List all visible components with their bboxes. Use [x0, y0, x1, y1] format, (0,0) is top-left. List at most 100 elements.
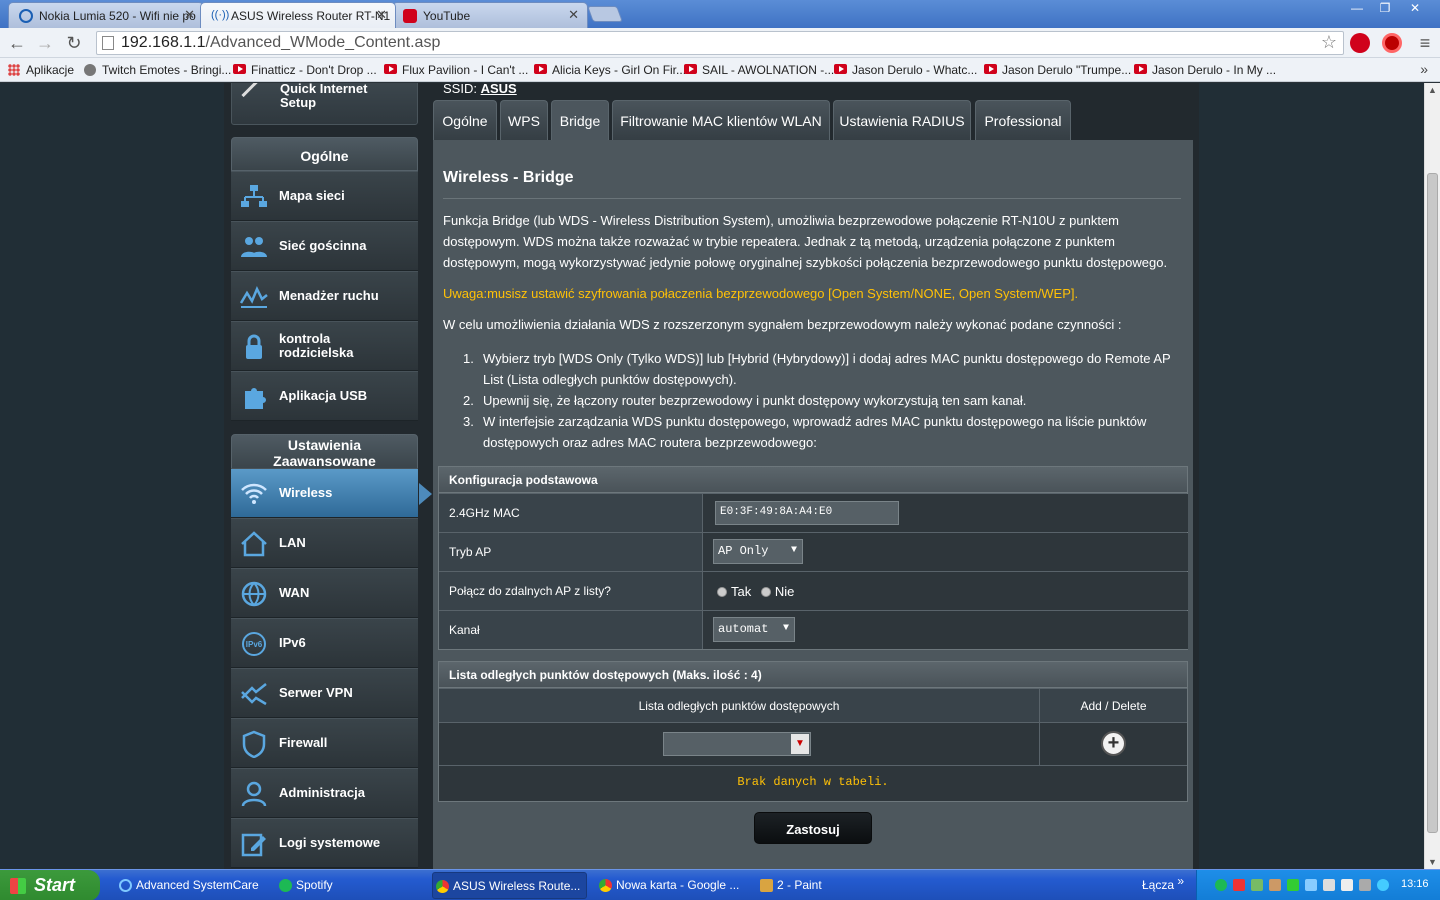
close-tab-icon[interactable]: ✕ [184, 7, 195, 23]
quick-internet-setup-button[interactable]: Quick Internet Setup [231, 83, 418, 125]
close-tab-icon[interactable]: ✕ [376, 7, 387, 23]
new-tab-button[interactable] [587, 6, 623, 22]
tab-bridge[interactable]: Bridge [551, 100, 609, 140]
bookmark-item[interactable]: Jason Derulo "Trumpe... [984, 63, 1131, 77]
warning-text: Uwaga:musisz ustawić szyfrowania połacze… [443, 286, 1079, 301]
reload-icon[interactable]: ↻ [63, 32, 85, 54]
links-toolbar[interactable]: Łącza » [1142, 874, 1184, 892]
tab-label: Bridge [559, 113, 601, 129]
bookmark-item[interactable]: Twitch Emotes - Bringi... [84, 63, 231, 77]
ap-mode-select[interactable]: AP Only ▼ [713, 539, 803, 564]
tab-wps[interactable]: WPS [500, 100, 548, 140]
bookmark-item[interactable]: SAIL - AWOLNATION -... [684, 63, 834, 77]
channel-select[interactable]: automat ▼ [713, 617, 795, 642]
general-section-header: Ogólne [231, 137, 418, 171]
tray-app-icon[interactable] [1377, 879, 1389, 891]
taskbar-item[interactable]: Advanced SystemCare [116, 872, 271, 899]
tab-professional[interactable]: Professional [975, 100, 1071, 140]
browser-tab[interactable]: YouTube ✕ [392, 2, 588, 28]
tab-radius[interactable]: Ustawienia RADIUS [833, 100, 971, 140]
bookmark-star-icon[interactable]: ☆ [1321, 32, 1337, 53]
close-tab-icon[interactable]: ✕ [568, 7, 579, 23]
shield-icon [242, 730, 266, 758]
scroll-down-arrow-icon[interactable]: ▼ [1428, 857, 1437, 867]
bookmark-item[interactable]: Aplikacje [8, 63, 74, 77]
radio-yes[interactable] [717, 587, 727, 597]
scrollbar-thumb[interactable] [1427, 173, 1438, 833]
taskbar-item[interactable]: 2 - Paint [757, 872, 907, 899]
sidebar-item-system-log[interactable]: Logi systemowe [231, 818, 418, 868]
sidebar-item-wan[interactable]: WAN [231, 568, 418, 618]
back-arrow-icon[interactable]: ← [6, 32, 28, 54]
sidebar-item-usb-app[interactable]: Aplikacja USB [231, 371, 418, 421]
extension-stop-icon[interactable] [1350, 33, 1370, 53]
sidebar-item-lan[interactable]: LAN [231, 518, 418, 568]
close-window-icon[interactable]: ✕ [1402, 0, 1428, 18]
sidebar-item-network-map[interactable]: Mapa sieci [231, 171, 418, 221]
links-chevron-icon: » [1177, 874, 1185, 888]
tab-mac-filter[interactable]: Filtrowanie MAC klientów WLAN [612, 100, 830, 140]
youtube-icon [834, 64, 847, 74]
wand-icon [241, 83, 273, 111]
forward-arrow-icon[interactable]: → [34, 32, 56, 54]
tab-general[interactable]: Ogólne [433, 100, 497, 140]
browser-tab-strip: Nokia Lumia 520 - Wifi nie po ✕ ((·)) AS… [0, 0, 1440, 28]
remote-ap-table: Lista odległych punktów dostępowych (Mak… [438, 661, 1188, 802]
bookmark-item[interactable]: Flux Pavilion - I Can't ... [384, 63, 528, 77]
spotify-tray-icon[interactable] [1215, 879, 1227, 891]
address-bar[interactable]: 192.168.1.1/Advanced_WMode_Content.asp ☆ [96, 31, 1344, 55]
chrome-icon [599, 879, 612, 892]
row-label: Tryb AP [449, 545, 492, 559]
tray-app-icon[interactable] [1251, 879, 1263, 891]
scroll-up-arrow-icon[interactable]: ▲ [1428, 85, 1437, 95]
bookmark-item[interactable]: Jason Derulo - Whatc... [834, 63, 977, 77]
task-label: Nowa karta - Google ... [616, 878, 740, 892]
sidebar-item-label: kontrola rodzicielska [279, 331, 354, 360]
browser-tab[interactable]: Nokia Lumia 520 - Wifi nie po ✕ [8, 2, 204, 28]
bookmarks-overflow-chevron-icon[interactable]: » [1420, 61, 1428, 77]
menu-hamburger-icon[interactable]: ≡ [1414, 32, 1436, 54]
tab-label: Professional [984, 113, 1062, 129]
tray-app-icon[interactable] [1233, 879, 1245, 891]
taskbar-item[interactable]: Spotify [276, 872, 426, 899]
maximize-icon[interactable]: ❐ [1372, 0, 1398, 18]
sidebar-item-vpn-server[interactable]: Serwer VPN [231, 668, 418, 718]
start-button[interactable]: Start [0, 870, 100, 900]
sidebar-item-administration[interactable]: Administracja [231, 768, 418, 818]
log-edit-icon [241, 833, 266, 857]
radio-no[interactable] [760, 587, 771, 597]
network-icon[interactable] [1305, 879, 1317, 891]
ssid-value[interactable]: ASUS [481, 83, 517, 96]
volume-icon[interactable] [1341, 879, 1353, 891]
minimize-icon[interactable]: — [1344, 0, 1370, 18]
apply-button[interactable]: Zastosuj [754, 812, 872, 844]
sidebar-item-label: IPv6 [279, 635, 306, 650]
extension-record-icon[interactable] [1382, 33, 1402, 53]
sidebar-item-parental-control[interactable]: kontrola rodzicielska [231, 321, 418, 371]
browser-tab-active[interactable]: ((·)) ASUS Wireless Router RT-N1 ✕ [200, 2, 396, 28]
bookmark-item[interactable]: Finatticz - Don't Drop ... [233, 63, 377, 77]
bookmark-label: Aplikacje [26, 63, 75, 77]
sidebar-item-firewall[interactable]: Firewall [231, 718, 418, 768]
clock[interactable]: 13:16 [1401, 878, 1429, 890]
task-label: Spotify [296, 878, 333, 892]
tray-app-icon[interactable] [1269, 879, 1281, 891]
tray-app-icon[interactable] [1323, 879, 1335, 891]
sidebar-item-wireless[interactable]: Wireless [231, 468, 432, 518]
add-circle-icon[interactable]: + [1101, 731, 1126, 756]
ipv6-icon: IPv6 [242, 632, 266, 656]
tray-app-icon[interactable] [1359, 879, 1371, 891]
sidebar-item-traffic-manager[interactable]: Menadżer ruchu [231, 271, 418, 321]
taskbar-item[interactable]: Nowa karta - Google ... [596, 872, 751, 899]
sidebar-item-label: Administracja [279, 785, 365, 800]
remote-ap-select[interactable]: ▼ [663, 732, 811, 756]
bookmark-item[interactable]: Alicia Keys - Girl On Fir... [534, 63, 686, 77]
vertical-scrollbar[interactable]: ▲ ▼ [1424, 83, 1440, 869]
bookmark-item[interactable]: Jason Derulo - In My ... [1134, 63, 1276, 77]
tab-title: YouTube [423, 9, 471, 23]
sidebar-item-guest-network[interactable]: Sieć gościnna [231, 221, 418, 271]
mac-address-field[interactable]: E0:3F:49:8A:A4:E0 [715, 501, 899, 525]
nvidia-icon[interactable] [1287, 879, 1299, 891]
sidebar-item-ipv6[interactable]: IPv6 IPv6 [231, 618, 418, 668]
taskbar-item-active[interactable]: ASUS Wireless Route... [432, 872, 587, 899]
